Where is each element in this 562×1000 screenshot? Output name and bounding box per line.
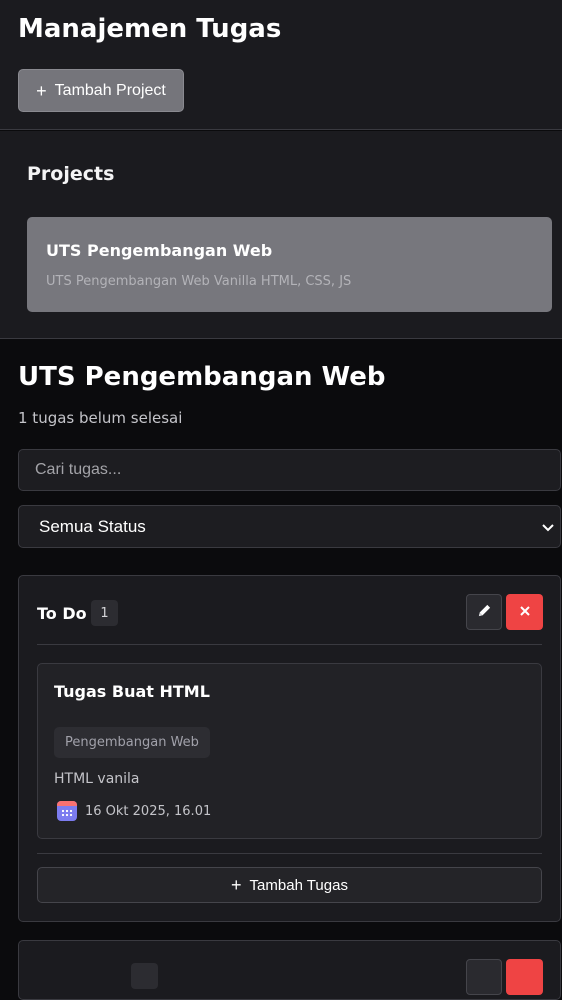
chevron-down-icon [542,519,554,535]
status-filter-select[interactable]: Semua Status [18,505,561,548]
task-date: 16 Okt 2025, 16.01 [85,803,212,819]
add-project-button[interactable]: + Tambah Project [18,69,184,112]
close-icon [519,604,530,620]
task-title: Tugas Buat HTML [54,682,210,701]
add-task-button[interactable]: + Tambah Tugas [37,867,542,903]
divider [37,644,542,645]
project-card-title: UTS Pengembangan Web [46,241,273,260]
pending-tasks-text: 1 tugas belum selesai [18,409,183,427]
pencil-icon [477,603,492,622]
column-next [18,940,561,1000]
column-todo: To Do 1 Tugas Buat HTML Pengembangan Web… [18,575,561,922]
add-project-label: Tambah Project [54,81,166,99]
projects-heading: Projects [27,163,115,185]
add-task-label: Tambah Tugas [249,876,348,894]
search-input[interactable] [18,449,561,491]
edit-column-button[interactable] [466,594,502,630]
task-card[interactable]: Tugas Buat HTML Pengembangan Web HTML va… [37,663,542,839]
delete-column-button[interactable] [506,594,543,630]
app-header: Manajemen Tugas + Tambah Project [0,0,562,130]
project-card[interactable]: UTS Pengembangan Web UTS Pengembangan We… [27,217,552,312]
divider [37,853,542,854]
plus-icon: + [231,875,242,895]
calendar-icon [57,801,77,821]
task-project-tag: Pengembangan Web [54,727,210,758]
edit-column-button[interactable] [466,959,502,995]
task-date-row: 16 Okt 2025, 16.01 [57,801,211,821]
column-count-badge [131,963,158,989]
project-title: UTS Pengembangan Web [18,362,386,392]
project-card-description: UTS Pengembangan Web Vanilla HTML, CSS, … [46,274,352,289]
status-filter-value: Semua Status [39,516,146,536]
plus-icon: + [36,80,47,101]
column-count-badge: 1 [91,600,118,626]
delete-column-button[interactable] [506,959,543,995]
projects-section: Projects UTS Pengembangan Web UTS Pengem… [0,131,562,339]
column-title: To Do [37,604,87,623]
app-title: Manajemen Tugas [18,14,282,44]
task-description: HTML vanila [54,771,140,787]
